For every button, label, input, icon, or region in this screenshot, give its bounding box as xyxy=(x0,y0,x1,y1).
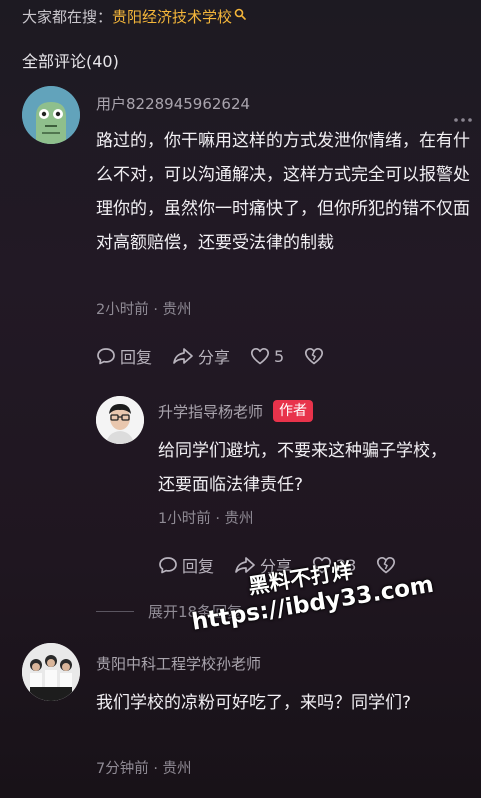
reply-button[interactable]: 回复 xyxy=(158,553,214,577)
reply-icon xyxy=(159,557,177,574)
search-prefix: 大家都在搜： xyxy=(22,8,113,26)
avatar[interactable] xyxy=(22,86,80,144)
comment-meta: 2小时前 · 贵州 xyxy=(96,302,192,318)
heart-icon xyxy=(250,347,270,365)
comment-username[interactable]: 贵阳中科工程学校孙老师 xyxy=(96,653,261,674)
share-button[interactable]: 分享 xyxy=(172,344,230,368)
broken-heart-icon xyxy=(377,556,396,574)
dislike-button[interactable] xyxy=(304,347,328,365)
comment-actions: 回复 分享 5 xyxy=(96,344,348,368)
comment-meta: 7分钟前 · 贵州 xyxy=(96,761,192,777)
reply-icon xyxy=(97,348,115,365)
divider xyxy=(96,611,134,612)
search-keyword-link[interactable]: 贵阳经济技术学校 xyxy=(112,8,232,26)
reply-button[interactable]: 回复 xyxy=(96,344,152,368)
comment-username[interactable]: 用户8228945962624 xyxy=(96,93,250,114)
avatar-image xyxy=(96,396,144,444)
reply-header: 升学指导杨老师 作者 xyxy=(158,400,314,422)
search-suggestion[interactable]: 大家都在搜：贵阳经济技术学校 xyxy=(22,6,246,27)
like-button[interactable]: 5 xyxy=(250,347,284,366)
comments-count-header: 全部评论(40) xyxy=(22,52,119,71)
avatar[interactable] xyxy=(22,643,80,701)
like-count: 5 xyxy=(274,346,285,366)
comment-username[interactable]: 升学指导杨老师 xyxy=(158,401,263,422)
reply-label: 回复 xyxy=(182,557,215,576)
search-icon[interactable] xyxy=(234,6,246,24)
share-label: 分享 xyxy=(198,348,231,367)
avatar-image xyxy=(22,643,80,701)
dislike-button[interactable] xyxy=(376,556,400,574)
broken-heart-icon xyxy=(305,347,324,365)
share-icon xyxy=(173,348,193,364)
comment-meta: 1小时前 · 贵州 xyxy=(158,511,254,527)
comment-text: 我们学校的凉粉可好吃了，来吗？同学们? xyxy=(96,693,412,713)
reply-label: 回复 xyxy=(120,348,153,367)
avatar[interactable] xyxy=(96,396,144,444)
comment-text: 给同学们避坑，不要来这种骗子学校，还要面临法律责任? xyxy=(158,441,447,495)
comment-text: 路过的，你干嘛用这样的方式发泄你情绪，在有什么不对，可以沟通解决，这样方式完全可… xyxy=(96,131,470,253)
author-badge: 作者 xyxy=(273,400,314,422)
avatar-image xyxy=(22,86,80,144)
